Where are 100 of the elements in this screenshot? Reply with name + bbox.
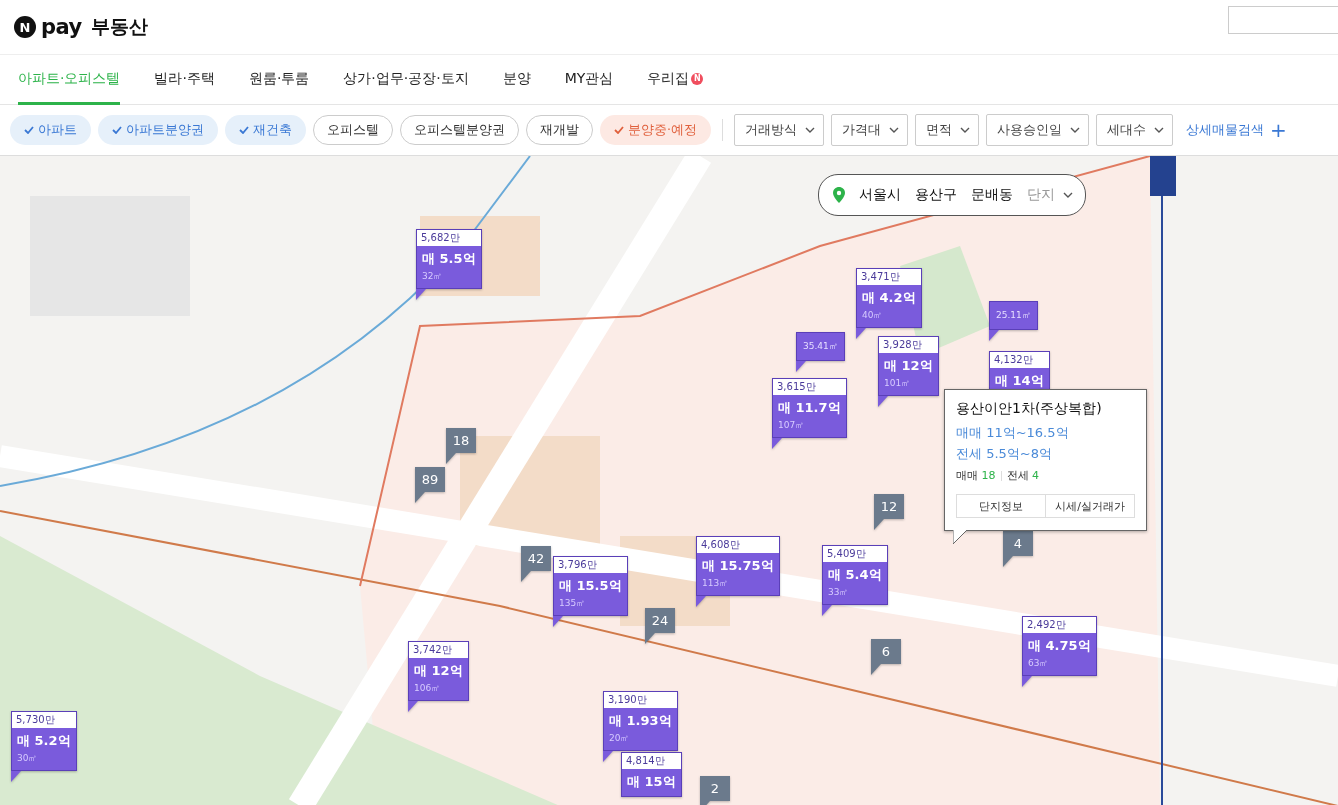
search-field[interactable] <box>1228 6 1338 34</box>
price-marker[interactable]: 3,615만 매 11.7억 107㎡ <box>772 378 847 438</box>
pointer-tail-icon <box>446 453 456 464</box>
filter-chip[interactable]: 재개발 <box>526 115 593 145</box>
category-tab[interactable]: MY관심 <box>564 55 614 105</box>
sale-price: 매 12억 <box>884 357 933 375</box>
unit-price: 3,928만 <box>879 337 938 353</box>
filter-chip[interactable]: 오피스텔분양권 <box>400 115 519 145</box>
check-icon <box>614 126 624 134</box>
sale-price: 매 15억 <box>627 773 676 791</box>
area-label: 20㎡ <box>609 732 631 745</box>
area-label: 113㎡ <box>702 577 730 590</box>
price-marker[interactable]: 5,730만 매 5.2억 30㎡ <box>11 711 77 771</box>
unit-price: 3,471만 <box>857 269 921 285</box>
filter-dropdown[interactable]: 거래방식 <box>734 114 824 146</box>
pointer-tail-icon <box>553 616 563 627</box>
count-marker[interactable]: 6 <box>871 639 901 664</box>
breadcrumb-item[interactable]: 용산구 <box>915 186 957 204</box>
category-tab[interactable]: 상가·업무·공장·토지 <box>343 55 469 105</box>
pointer-tail-icon <box>415 492 425 503</box>
sale-price: 매 1.93억 <box>609 712 672 730</box>
filter-dropdown[interactable]: 면적 <box>915 114 979 146</box>
sale-price: 매 15.5억 <box>559 577 622 595</box>
count-marker[interactable]: 89 <box>415 467 445 492</box>
listing-count: 전세 4 <box>1006 468 1039 483</box>
pointer-tail-icon <box>856 328 866 339</box>
filter-chip[interactable]: 아파트분양권 <box>98 115 218 145</box>
price-marker[interactable]: 5,409만 매 5.4억 33㎡ <box>822 545 888 605</box>
sale-price: 매 14억 <box>995 372 1044 390</box>
count-marker[interactable]: 42 <box>521 546 551 571</box>
breadcrumb-item[interactable]: 문배동 <box>971 186 1013 204</box>
pointer-tail-icon <box>416 289 426 300</box>
category-tab[interactable]: 원룸·투룸 <box>248 55 310 105</box>
filter-chip[interactable]: 오피스텔 <box>313 115 393 145</box>
category-tab[interactable]: 우리집 N <box>647 55 704 105</box>
pointer-tail-icon <box>603 751 613 762</box>
pointer-tail-icon <box>871 664 881 675</box>
unit-price: 3,796만 <box>554 557 627 573</box>
sale-price: 매 15.75억 <box>702 557 774 575</box>
area-label: 135㎡ <box>559 597 587 610</box>
price-marker[interactable]: 4,608만 매 15.75억 113㎡ <box>696 536 780 596</box>
filter-chip[interactable]: 아파트 <box>10 115 91 145</box>
count-marker[interactable]: 2 <box>700 776 730 801</box>
popup-button[interactable]: 시세/실거래가 <box>1046 494 1135 518</box>
price-marker[interactable]: 3,796만 매 15.5억 135㎡ <box>553 556 628 616</box>
price-marker[interactable]: 2,492만 매 4.75억 63㎡ <box>1022 616 1097 676</box>
filter-dropdown[interactable]: 세대수 <box>1096 114 1173 146</box>
price-marker[interactable]: 4,814만 매 15억 <box>621 752 682 797</box>
price-range: 매매 11억~16.5억 <box>956 424 1070 442</box>
price-marker[interactable]: 5,682만 매 5.5억 32㎡ <box>416 229 482 289</box>
chevron-down-icon <box>1154 127 1164 133</box>
area-label: 32㎡ <box>422 270 444 283</box>
unit-price: 4,814만 <box>622 753 681 769</box>
detail-search-link[interactable]: 상세매물검색 + <box>1186 120 1287 140</box>
listing-count: 매매 18 <box>956 468 996 483</box>
unit-price: 3,742만 <box>409 642 468 658</box>
filter-dropdown[interactable]: 가격대 <box>831 114 908 146</box>
sale-price: 매 12억 <box>414 662 463 680</box>
check-icon <box>112 126 122 134</box>
price-marker[interactable]: 3,190만 매 1.93억 20㎡ <box>603 691 678 751</box>
pointer-tail-icon <box>1003 556 1013 567</box>
unit-price: 3,190만 <box>604 692 677 708</box>
complex-title: 용산이안1차(주상복합) <box>956 400 1103 418</box>
price-marker[interactable]: 3,742만 매 12억 106㎡ <box>408 641 469 701</box>
chevron-down-icon <box>805 127 815 133</box>
pointer-tail-icon <box>408 701 418 712</box>
count-marker[interactable]: 4 <box>1003 531 1033 556</box>
popup-button[interactable]: 단지정보 <box>956 494 1046 518</box>
breadcrumb-item[interactable]: 서울시 <box>859 186 901 204</box>
pointer-tail-icon <box>772 438 782 449</box>
new-badge: N <box>691 72 704 85</box>
chevron-down-icon <box>960 127 970 133</box>
category-tab[interactable]: 빌라·주택 <box>154 55 215 105</box>
sale-price: 매 11.7억 <box>778 399 841 417</box>
sale-price: 매 5.2억 <box>17 732 71 750</box>
check-icon <box>239 126 249 134</box>
price-marker[interactable]: 3,928만 매 12억 101㎡ <box>878 336 939 396</box>
area-label: 63㎡ <box>1028 657 1050 670</box>
count-marker[interactable]: 24 <box>645 608 675 633</box>
pointer-tail-icon <box>822 605 832 616</box>
logo[interactable]: N pay 부동산 <box>14 14 148 40</box>
filter-dropdown[interactable]: 사용승인일 <box>986 114 1089 146</box>
unit-price: 3,615만 <box>773 379 846 395</box>
price-marker[interactable]: 3,471만 매 4.2억 40㎡ <box>856 268 922 328</box>
filter-chip[interactable]: 재건축 <box>225 115 306 145</box>
area-marker[interactable]: 25.11㎡ <box>989 301 1038 330</box>
pointer-tail-icon <box>878 396 888 407</box>
area-label: 107㎡ <box>778 419 806 432</box>
pointer-tail-icon <box>11 771 21 782</box>
map-pin-icon <box>833 187 845 203</box>
price-range: 전세 5.5억~8억 <box>956 445 1053 463</box>
category-tab[interactable]: 분양 <box>502 55 531 105</box>
pointer-tail-icon <box>874 519 884 530</box>
count-marker[interactable]: 12 <box>874 494 904 519</box>
area-marker[interactable]: 35.41㎡ <box>796 332 845 361</box>
area-label: 33㎡ <box>828 586 850 599</box>
count-marker[interactable]: 18 <box>446 428 476 453</box>
unit-price: 5,730만 <box>12 712 76 728</box>
chevron-down-icon <box>1063 192 1073 198</box>
sale-price: 매 4.2억 <box>862 289 916 307</box>
